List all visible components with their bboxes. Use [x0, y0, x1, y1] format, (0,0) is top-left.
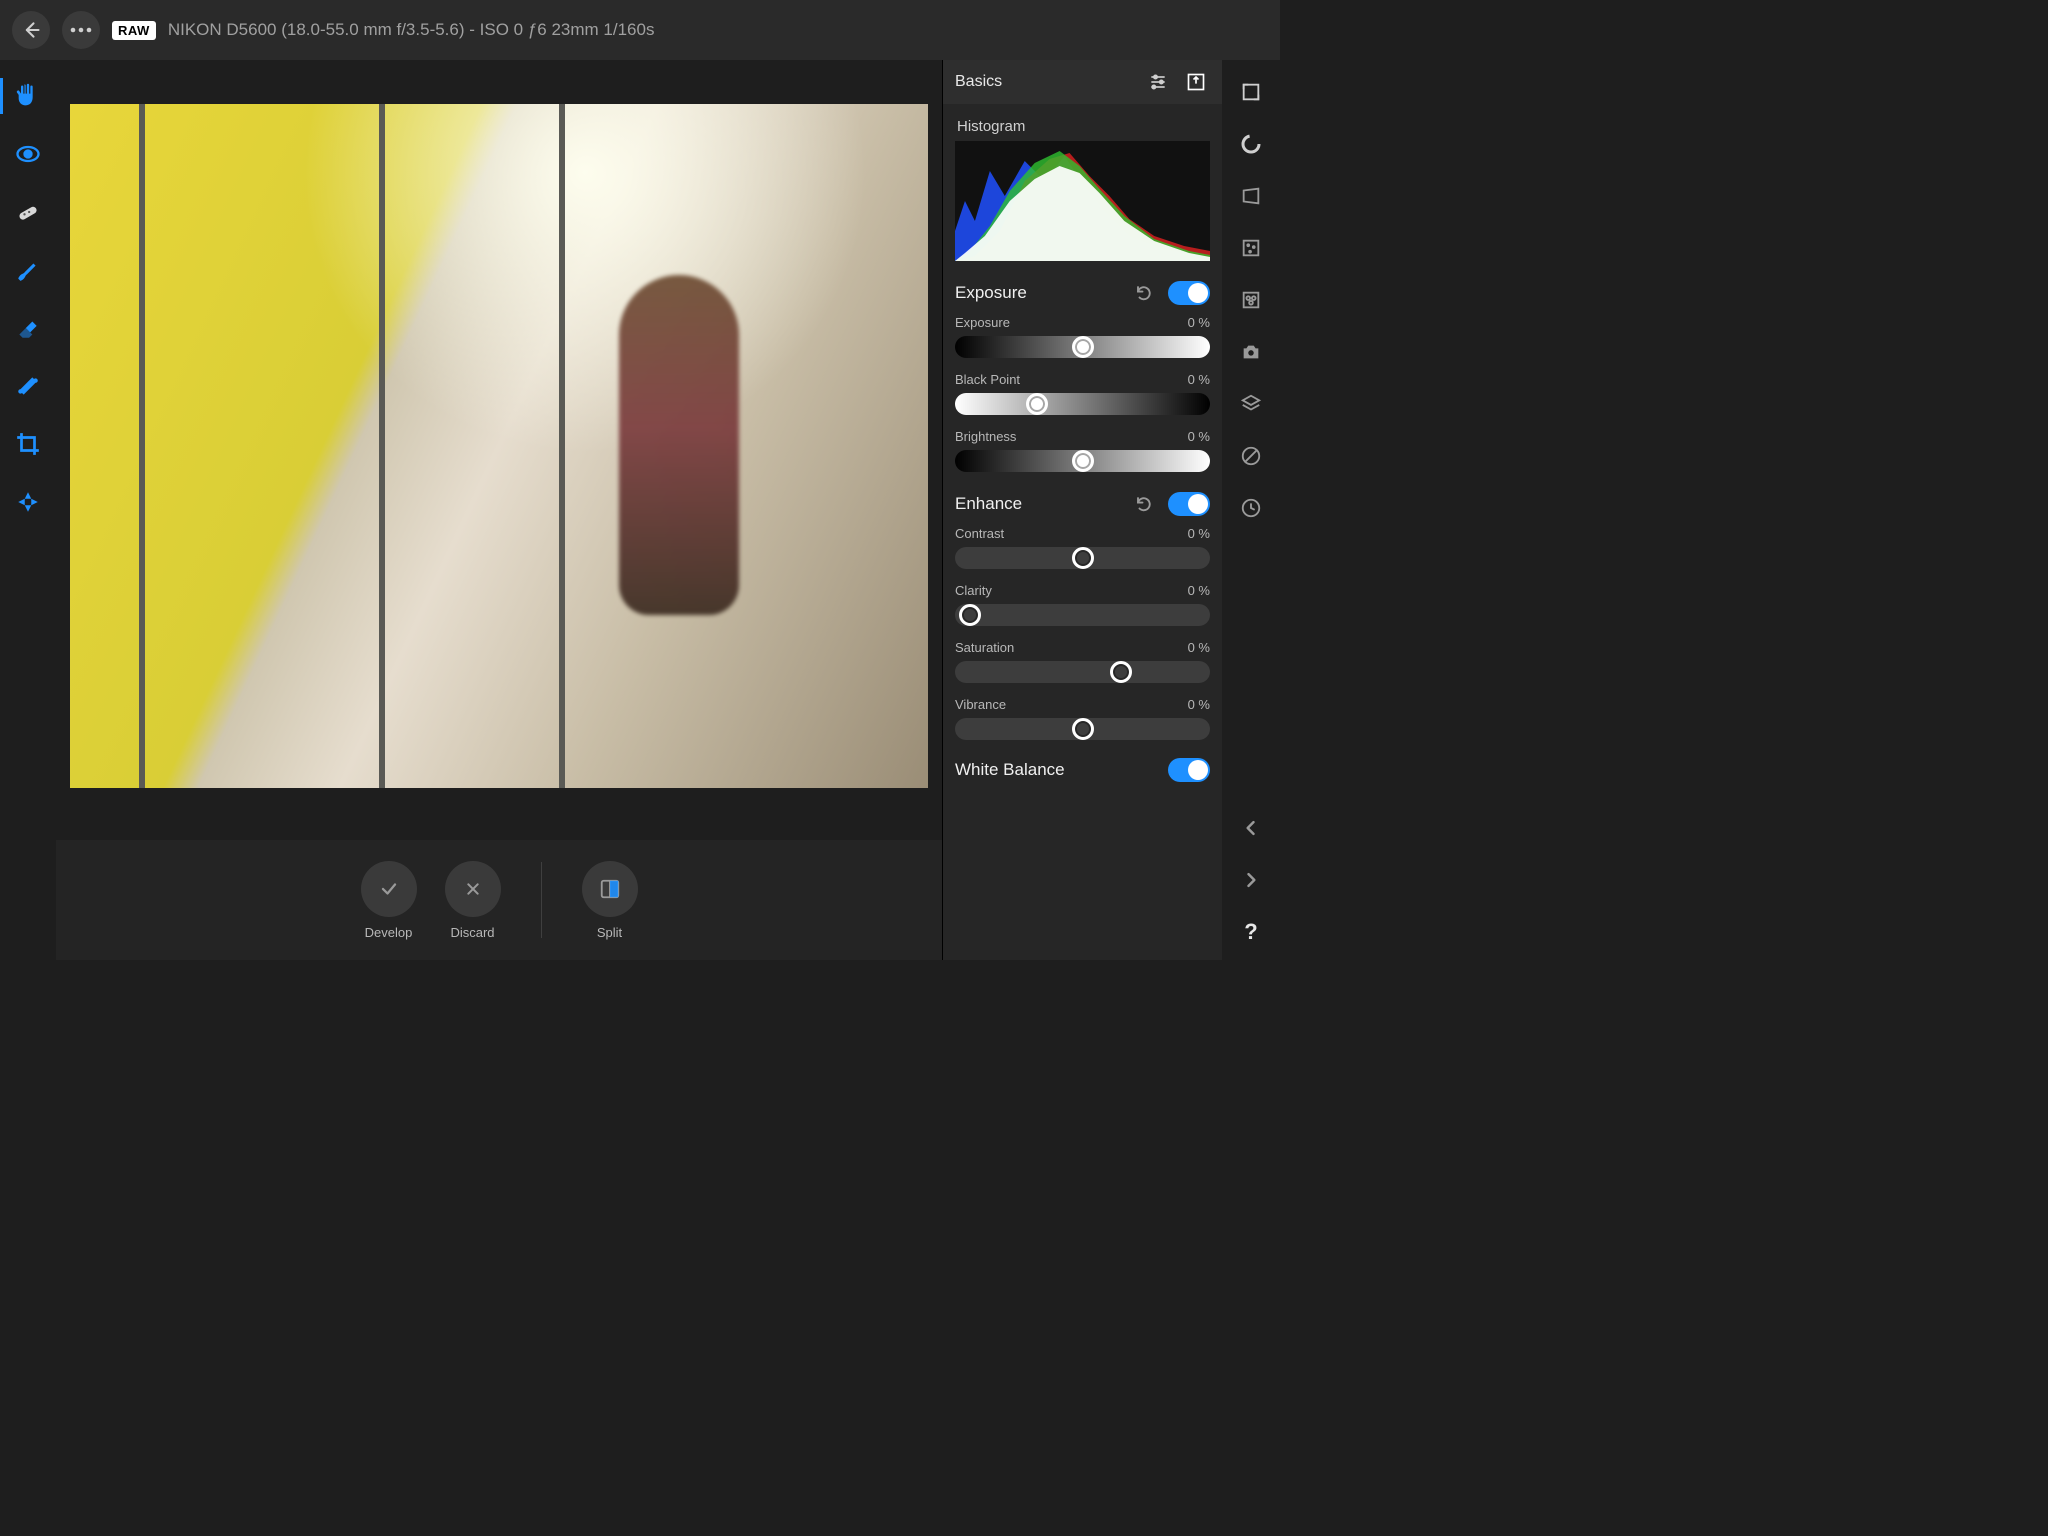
contrast-slider[interactable] — [955, 547, 1210, 569]
camera-icon[interactable] — [1237, 338, 1265, 366]
brightness-slider[interactable] — [955, 450, 1210, 472]
loading-spinner-icon[interactable] — [1237, 130, 1265, 158]
histogram-label: Histogram — [957, 118, 1210, 135]
brightness-value: 0 % — [1188, 429, 1210, 444]
histogram[interactable] — [955, 141, 1210, 261]
no-symbol-icon[interactable] — [1237, 442, 1265, 470]
more-button[interactable] — [62, 11, 100, 49]
inspector-title: Basics — [955, 73, 1002, 91]
redeye-tool[interactable] — [10, 136, 46, 172]
hand-tool[interactable] — [10, 78, 46, 114]
blackpoint-slider[interactable] — [955, 393, 1210, 415]
top-bar: RAW NIKON D5600 (18.0-55.0 mm f/3.5-5.6)… — [0, 0, 1280, 60]
layers-icon[interactable] — [1237, 390, 1265, 418]
crop-tool[interactable] — [10, 426, 46, 462]
image-metadata: NIKON D5600 (18.0-55.0 mm f/3.5-5.6) - I… — [168, 20, 655, 40]
noise-icon[interactable] — [1237, 234, 1265, 262]
eraser-tool[interactable] — [10, 310, 46, 346]
exposure-toggle[interactable] — [1168, 281, 1210, 305]
exposure-section-title: Exposure — [955, 283, 1027, 303]
clarity-label: Clarity — [955, 583, 992, 598]
vibrance-slider[interactable] — [955, 718, 1210, 740]
contrast-label: Contrast — [955, 526, 1004, 541]
whitebalance-section-title: White Balance — [955, 760, 1065, 780]
split-button[interactable]: Split — [582, 861, 638, 940]
exposure-label: Exposure — [955, 315, 1010, 330]
canvas-area[interactable] — [56, 60, 942, 840]
whitebalance-toggle[interactable] — [1168, 758, 1210, 782]
discard-label: Discard — [450, 925, 494, 940]
enhance-section-title: Enhance — [955, 494, 1022, 514]
tool-strip — [0, 60, 56, 960]
next-icon[interactable] — [1237, 866, 1265, 894]
brightness-label: Brightness — [955, 429, 1016, 444]
develop-label: Develop — [365, 925, 413, 940]
fullscreen-icon[interactable] — [1237, 78, 1265, 106]
history-icon[interactable] — [1237, 494, 1265, 522]
discard-button[interactable]: Discard — [445, 861, 501, 940]
develop-button[interactable]: Develop — [361, 861, 417, 940]
raw-badge: RAW — [112, 21, 156, 40]
split-label: Split — [597, 925, 622, 940]
prev-icon[interactable] — [1237, 814, 1265, 842]
channels-icon[interactable] — [1237, 286, 1265, 314]
vibrance-label: Vibrance — [955, 697, 1006, 712]
exposure-value: 0 % — [1188, 315, 1210, 330]
clarity-value: 0 % — [1188, 583, 1210, 598]
adjust-sliders-icon[interactable] — [1144, 68, 1172, 96]
saturation-value: 0 % — [1188, 640, 1210, 655]
inspector-panel: Basics Histogram — [942, 60, 1222, 960]
enhance-toggle[interactable] — [1168, 492, 1210, 516]
perspective-icon[interactable] — [1237, 182, 1265, 210]
reset-exposure-icon[interactable] — [1130, 279, 1158, 307]
saturation-label: Saturation — [955, 640, 1014, 655]
overlay-tool[interactable] — [10, 484, 46, 520]
exposure-slider[interactable] — [955, 336, 1210, 358]
inspector-header: Basics — [943, 60, 1222, 104]
blackpoint-label: Black Point — [955, 372, 1020, 387]
saturation-slider[interactable] — [955, 661, 1210, 683]
help-icon[interactable]: ? — [1237, 918, 1265, 946]
heal-tool[interactable] — [10, 194, 46, 230]
reset-enhance-icon[interactable] — [1130, 490, 1158, 518]
vibrance-value: 0 % — [1188, 697, 1210, 712]
gradient-tool[interactable] — [10, 368, 46, 404]
brush-tool[interactable] — [10, 252, 46, 288]
back-button[interactable] — [12, 11, 50, 49]
right-rail: ? — [1222, 60, 1280, 960]
bottom-action-bar: Develop Discard Split — [56, 840, 942, 960]
divider — [541, 862, 542, 938]
contrast-value: 0 % — [1188, 526, 1210, 541]
photo-preview — [70, 104, 928, 788]
blackpoint-value: 0 % — [1188, 372, 1210, 387]
pin-icon[interactable] — [1182, 68, 1210, 96]
clarity-slider[interactable] — [955, 604, 1210, 626]
